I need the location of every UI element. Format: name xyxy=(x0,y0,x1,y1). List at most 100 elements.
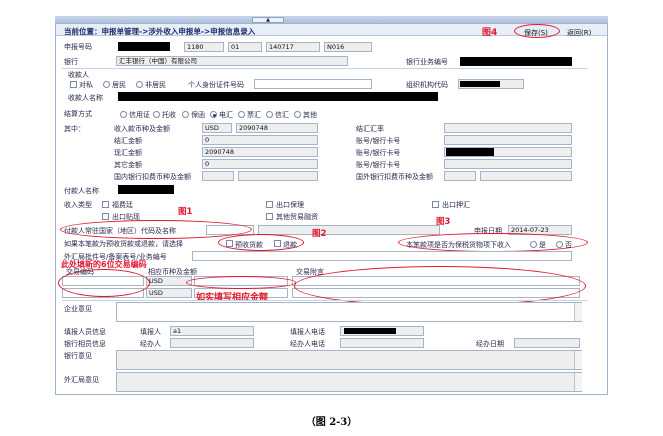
export-bill-label: 出口押汇 xyxy=(442,201,470,209)
handler-field[interactable] xyxy=(170,338,254,348)
settlement-collection-radio[interactable] xyxy=(153,111,160,118)
domestic-fee-currency[interactable] xyxy=(202,171,234,181)
settlement-lc-radio[interactable] xyxy=(120,111,127,118)
account-field-3[interactable] xyxy=(444,159,572,169)
payer-name-label: 付款人名称 xyxy=(64,187,99,195)
resident-radio[interactable] xyxy=(103,81,110,88)
among-label: 其中： xyxy=(64,125,85,133)
settle-amount-field[interactable]: 0 xyxy=(202,135,318,145)
account-label-1: 账号/银行卡号 xyxy=(356,137,401,145)
private-label: 对私 xyxy=(79,81,93,89)
safe-opinion-scrollbar[interactable] xyxy=(574,373,582,391)
spot-amount-label: 现汇金额 xyxy=(114,149,142,157)
settlement-guarantee-label: 保函 xyxy=(191,111,205,119)
enterprise-opinion-field[interactable] xyxy=(116,302,582,322)
annotation-ellipse-3 xyxy=(398,233,588,252)
private-checkbox[interactable] xyxy=(70,81,77,88)
approval-field[interactable] xyxy=(192,251,572,261)
payer-name-redacted xyxy=(118,185,174,194)
settlement-other-label: 其他 xyxy=(303,111,317,119)
factoring-label: 出口保理 xyxy=(276,201,304,209)
account-label-3: 账号/银行卡号 xyxy=(356,161,401,169)
bank-opinion-field[interactable] xyxy=(116,350,582,370)
handler-phone-field[interactable] xyxy=(340,338,424,348)
receipt-type-label: 收入类型 xyxy=(64,201,92,209)
declaration-part-1[interactable]: 1180 xyxy=(184,42,224,52)
settle-amount-label: 结汇金额 xyxy=(114,137,142,145)
declaration-part-4[interactable]: N016 xyxy=(324,42,372,52)
divider xyxy=(62,300,588,301)
non-resident-radio[interactable] xyxy=(136,81,143,88)
discount-checkbox[interactable] xyxy=(102,213,109,220)
other-amount-field[interactable]: 0 xyxy=(202,159,318,169)
safe-opinion-field[interactable] xyxy=(116,372,582,392)
fx-rate-label: 结汇汇率 xyxy=(356,125,384,133)
settlement-dd-label: 票汇 xyxy=(247,111,261,119)
filler-phone-label: 填报人电话 xyxy=(290,328,325,336)
declaration-part-2[interactable]: 01 xyxy=(228,42,262,52)
org-code-redacted xyxy=(460,81,500,87)
annotation-ellipse-save xyxy=(514,24,560,38)
payee-name-redacted xyxy=(118,92,438,101)
annotation-ellipse-amount xyxy=(186,276,296,289)
enterprise-opinion-label: 企业意见 xyxy=(64,305,92,313)
handler-label: 经办人 xyxy=(140,340,161,348)
back-button[interactable]: 返回(R) xyxy=(567,28,591,38)
annotation-ellipse-1 xyxy=(60,220,252,239)
bank-staff-label: 银行相员信息 xyxy=(64,340,106,348)
settlement-tt-label: 电汇 xyxy=(219,111,233,119)
trade-finance-label: 其他贸易融资 xyxy=(276,213,318,221)
settlement-dd-radio[interactable] xyxy=(238,111,245,118)
factoring-checkbox[interactable] xyxy=(266,201,273,208)
settlement-collection-label: 托收 xyxy=(162,111,176,119)
income-currency-field[interactable]: USD xyxy=(202,123,232,133)
filler-field[interactable]: a1 xyxy=(170,326,254,336)
settlement-lc-label: 信用证 xyxy=(129,111,150,119)
income-amount-field[interactable]: 2090748 xyxy=(236,123,318,133)
settlement-label: 结算方式 xyxy=(64,110,92,118)
account-label-2: 账号/银行卡号 xyxy=(356,149,401,157)
settlement-guarantee-radio[interactable] xyxy=(182,111,189,118)
bank-field[interactable]: 汇丰银行（中国）有限公司 xyxy=(116,56,348,66)
divider xyxy=(62,68,588,69)
settlement-tt-radio[interactable] xyxy=(210,111,217,118)
foreign-fee-currency[interactable] xyxy=(444,171,476,181)
forfaiting-label: 福费廷 xyxy=(112,201,133,209)
bank-biz-no-label: 银行业务编号 xyxy=(406,58,448,66)
bank-opinion-label: 银行意见 xyxy=(64,352,92,360)
non-resident-label: 非居民 xyxy=(145,81,166,89)
settlement-mt-label: 信汇 xyxy=(275,111,289,119)
annotation-tag-2: 图2 xyxy=(312,229,327,239)
account-redacted xyxy=(446,148,494,156)
settlement-other-radio[interactable] xyxy=(294,111,301,118)
income-currency-label: 收入款币种及金额 xyxy=(114,125,170,133)
annotation-ellipse-2 xyxy=(218,234,304,251)
spot-amount-field[interactable]: 2090748 xyxy=(202,147,318,157)
domestic-fee-label: 国内银行扣费币种及金额 xyxy=(114,173,191,181)
export-bill-checkbox[interactable] xyxy=(432,201,439,208)
settlement-mt-radio[interactable] xyxy=(266,111,273,118)
account-field-1[interactable] xyxy=(444,135,572,145)
bank-opinion-scrollbar[interactable] xyxy=(574,351,582,369)
payee-section-label: 收款人 xyxy=(68,71,89,79)
declaration-no-redacted xyxy=(118,42,170,51)
declaration-part-3[interactable]: 140717 xyxy=(266,42,320,52)
id-no-field[interactable] xyxy=(254,79,372,89)
breadcrumb: 当前位置：申报单管理->涉外收入申报单->申报信息录入 xyxy=(64,27,256,36)
handle-date-field[interactable] xyxy=(514,338,580,348)
declaration-no-label: 申报号码 xyxy=(64,43,92,51)
domestic-fee-amount[interactable] xyxy=(238,171,318,181)
id-no-label: 个人身份证件号码 xyxy=(188,81,244,89)
annotation-tag-4: 图4 xyxy=(482,28,498,38)
tx-currency-2: USD xyxy=(146,288,192,298)
filler-info-label: 填报人员信息 xyxy=(64,328,106,336)
payer-country-name xyxy=(258,225,440,235)
tx-currency-1: USD xyxy=(146,276,192,286)
fx-rate-field[interactable] xyxy=(444,123,572,133)
enterprise-opinion-scrollbar[interactable] xyxy=(574,303,582,321)
foreign-fee-amount[interactable] xyxy=(480,171,572,181)
forfaiting-checkbox[interactable] xyxy=(102,201,109,208)
foreign-fee-label: 国外银行扣费币种及金额 xyxy=(356,173,433,181)
bank-biz-no-redacted xyxy=(460,57,572,66)
trade-finance-checkbox[interactable] xyxy=(266,213,273,220)
